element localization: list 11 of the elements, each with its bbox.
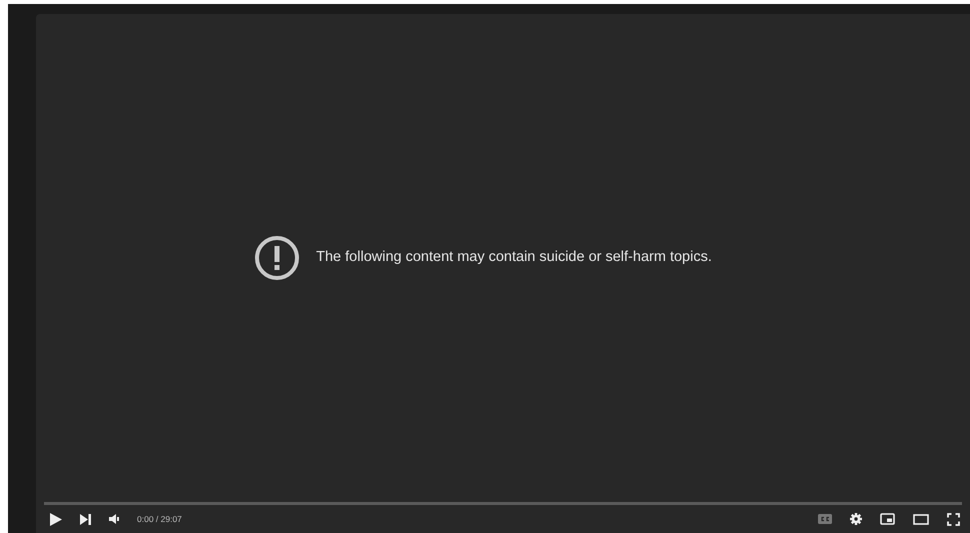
warning-message: The following content may contain suicide or self-harm topics. <box>316 248 712 268</box>
next-button[interactable] <box>80 514 91 524</box>
time-display: 0:00 / 29:07 <box>137 512 182 526</box>
settings-button[interactable] <box>850 513 862 525</box>
warning-icon <box>254 235 300 281</box>
theater-mode-button[interactable] <box>913 514 929 524</box>
miniplayer-button[interactable] <box>880 513 895 525</box>
volume-button[interactable] <box>109 514 119 524</box>
captions-button[interactable] <box>818 514 832 524</box>
play-button[interactable] <box>50 512 62 526</box>
fullscreen-button[interactable] <box>947 512 960 526</box>
